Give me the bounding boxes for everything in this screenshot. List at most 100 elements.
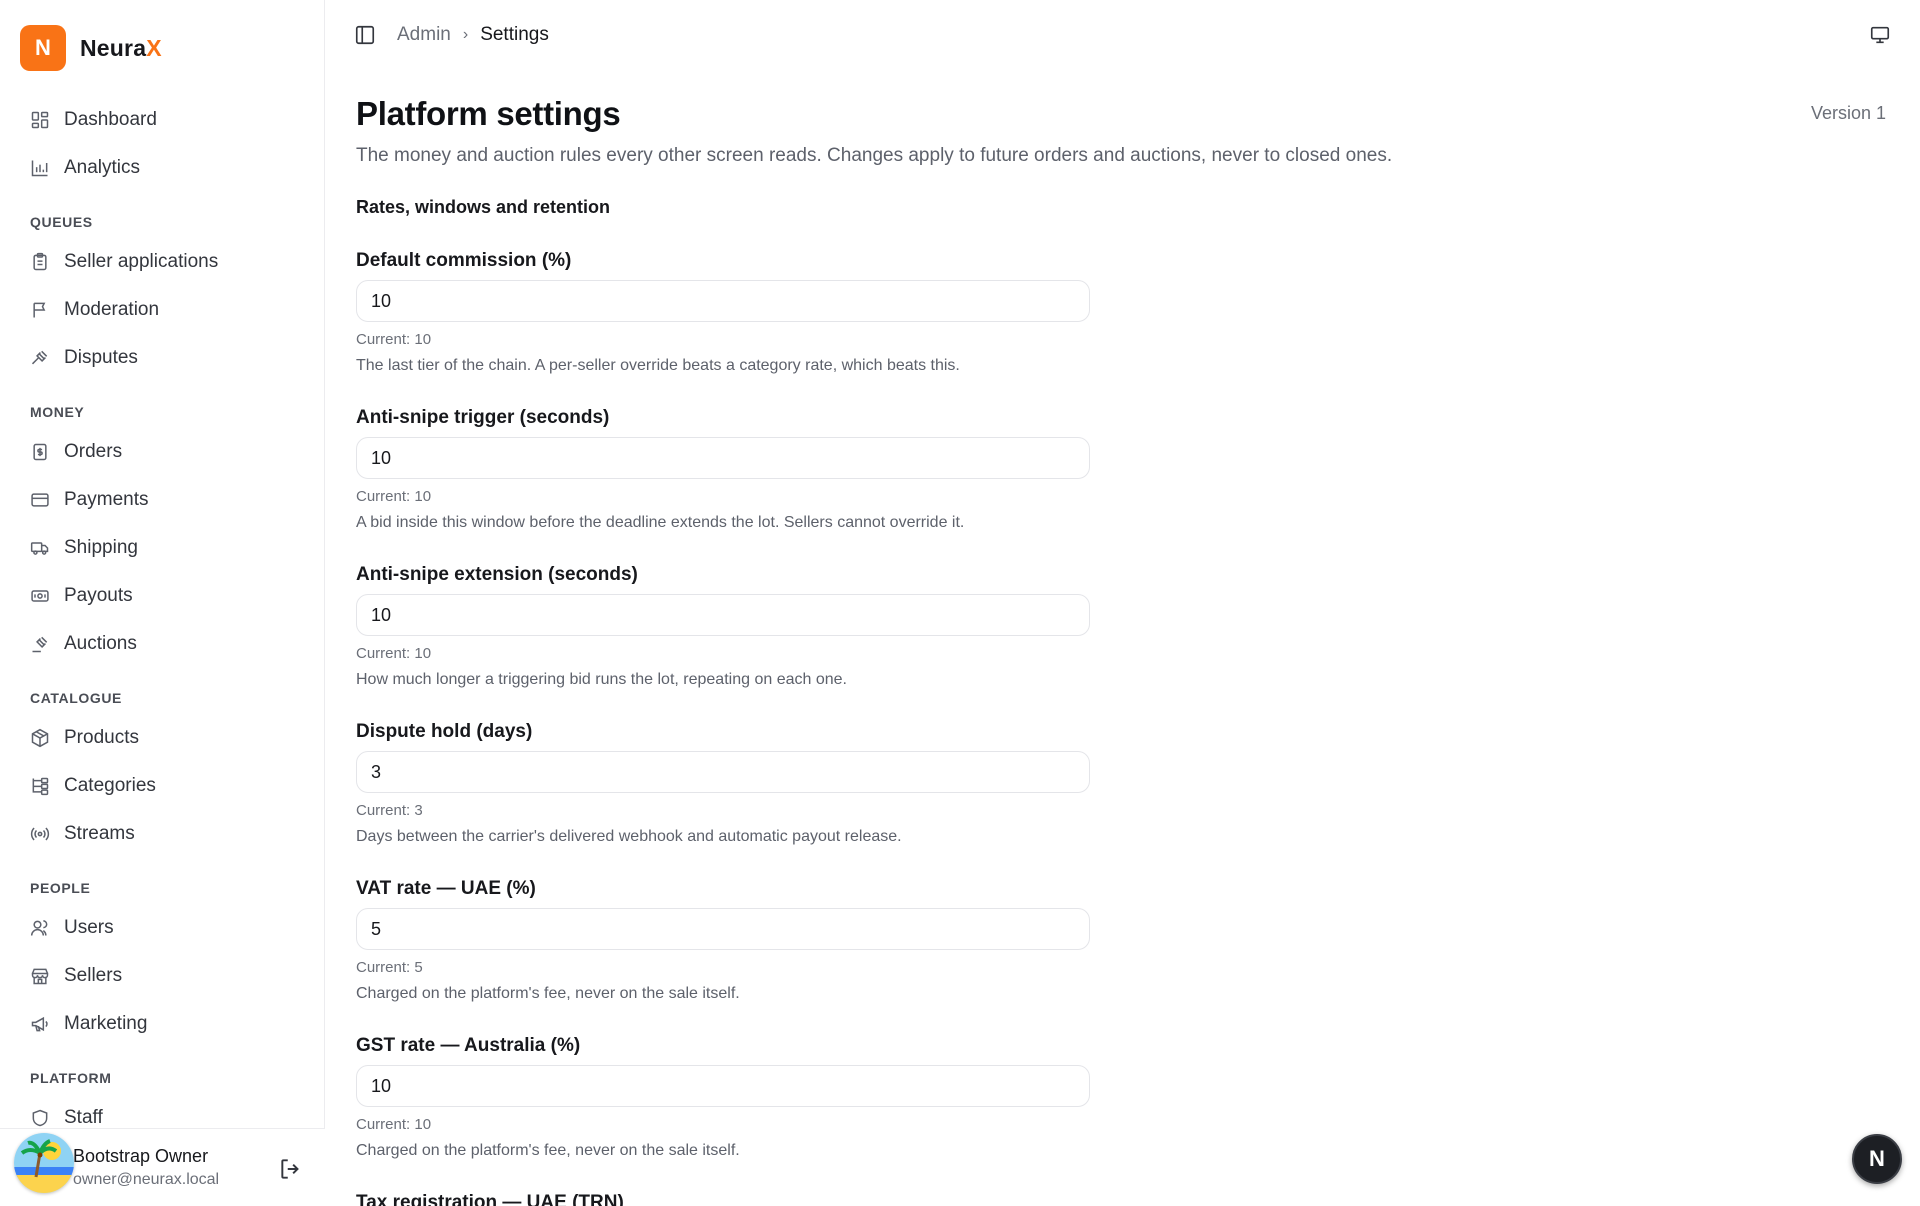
bar-chart-icon <box>30 158 50 178</box>
field-help: Charged on the platform's fee, never on … <box>356 1142 740 1159</box>
user-profile[interactable]: Bootstrap Owner owner@neurax.local <box>0 1128 325 1206</box>
brand-logo: N <box>20 25 66 71</box>
sidebar-item-label: Disputes <box>64 347 138 368</box>
sidebar-item-label: Auctions <box>64 633 137 654</box>
sidebar-item-payments[interactable]: Payments <box>20 476 310 524</box>
nav-section-catalogue: CATALOGUE <box>30 690 122 706</box>
gavel-icon <box>30 348 50 368</box>
store-icon <box>30 966 50 986</box>
sidebar-item-payouts[interactable]: Payouts <box>20 572 310 620</box>
sidebar-item-orders[interactable]: Orders <box>20 428 310 476</box>
sidebar-item-moderation[interactable]: Moderation <box>20 286 310 334</box>
dashboard-icon <box>30 110 50 130</box>
field-vat-rate-uae: VAT rate — UAE (%) Current: 5 Charged on… <box>356 878 1090 1003</box>
field-help: The last tier of the chain. A per-seller… <box>356 357 960 374</box>
vat-rate-uae-input[interactable] <box>356 908 1090 950</box>
sidebar-item-label: Products <box>64 727 139 748</box>
receipt-icon <box>30 442 50 462</box>
anti-snipe-extension-input[interactable] <box>356 594 1090 636</box>
topbar: Admin › Settings <box>325 0 1920 70</box>
field-gst-rate-australia: GST rate — Australia (%) Current: 10 Cha… <box>356 1035 1090 1160</box>
sidebar-item-label: Users <box>64 917 114 938</box>
page-subtitle: The money and auction rules every other … <box>356 145 1393 166</box>
sidebar-item-products[interactable]: Products <box>20 714 310 762</box>
field-label: Dispute hold (days) <box>356 721 533 742</box>
monitor-icon <box>1870 26 1890 44</box>
sidebar-item-label: Orders <box>64 441 123 462</box>
breadcrumb-admin[interactable]: Admin <box>397 24 451 46</box>
brand-name: NeuraX <box>80 34 162 61</box>
sidebar-item-label: Sellers <box>64 965 123 986</box>
field-label: Anti-snipe trigger (seconds) <box>356 407 610 428</box>
sidebar-nav: Dashboard Analytics QUEUES Seller applic… <box>20 96 310 1142</box>
sidebar-item-label: Moderation <box>64 299 160 320</box>
sidebar-item-sellers[interactable]: Sellers <box>20 952 310 1000</box>
sidebar-item-auctions[interactable]: Auctions <box>20 620 310 668</box>
field-default-commission: Default commission (%) Current: 10 The l… <box>356 250 1090 375</box>
default-commission-input[interactable] <box>356 280 1090 322</box>
field-current: Current: 10 <box>356 331 432 348</box>
sidebar: N NeuraX Dashboard Analytics QUEUES Sell… <box>0 0 325 1206</box>
panel-left-icon <box>355 25 375 45</box>
sidebar-item-label: Streams <box>64 823 135 844</box>
field-current: Current: 5 <box>356 959 423 976</box>
dispute-hold-input[interactable] <box>356 751 1090 793</box>
field-label: Tax registration — UAE (TRN) <box>356 1192 624 1206</box>
chevron-right-icon: › <box>462 26 469 43</box>
field-anti-snipe-trigger: Anti-snipe trigger (seconds) Current: 10… <box>356 407 1090 532</box>
assistant-button[interactable]: N <box>1852 1134 1902 1184</box>
flag-icon <box>30 300 50 320</box>
sidebar-item-label: Dashboard <box>64 109 157 130</box>
sidebar-item-analytics[interactable]: Analytics <box>20 144 310 192</box>
avatar <box>14 1133 74 1193</box>
sidebar-item-label: Staff <box>64 1107 103 1128</box>
nav-section-people: PEOPLE <box>30 880 91 896</box>
logout-icon <box>281 1159 299 1179</box>
banknote-icon <box>30 586 50 606</box>
page-title: Platform settings <box>356 95 621 132</box>
field-current: Current: 3 <box>356 802 423 819</box>
field-anti-snipe-extension: Anti-snipe extension (seconds) Current: … <box>356 564 1090 689</box>
gavel-icon <box>30 634 50 654</box>
user-name: Bootstrap Owner <box>73 1146 209 1166</box>
sidebar-item-label: Payouts <box>64 585 133 606</box>
display-mode-button[interactable] <box>1868 24 1892 46</box>
field-dispute-hold: Dispute hold (days) Current: 3 Days betw… <box>356 721 1090 846</box>
tree-icon <box>30 776 50 796</box>
sidebar-item-label: Shipping <box>64 537 138 558</box>
credit-card-icon <box>30 490 50 510</box>
sidebar-item-streams[interactable]: Streams <box>20 810 310 858</box>
field-label: GST rate — Australia (%) <box>356 1035 581 1056</box>
field-help: A bid inside this window before the dead… <box>356 514 965 531</box>
breadcrumb: Admin › Settings <box>397 24 549 46</box>
sidebar-item-categories[interactable]: Categories <box>20 762 310 810</box>
sidebar-item-marketing[interactable]: Marketing <box>20 1000 310 1048</box>
breadcrumb-settings: Settings <box>480 24 549 45</box>
nav-section-queues: QUEUES <box>30 214 93 230</box>
sidebar-item-label: Categories <box>64 775 156 796</box>
sidebar-item-label: Payments <box>64 489 149 510</box>
section-title: Rates, windows and retention <box>356 197 611 217</box>
shield-icon <box>30 1108 50 1128</box>
package-icon <box>30 728 50 748</box>
logout-button[interactable] <box>278 1156 304 1182</box>
sidebar-item-seller-applications[interactable]: Seller applications <box>20 238 310 286</box>
field-label: Anti-snipe extension (seconds) <box>356 564 638 585</box>
version-label: Version 1 <box>1810 103 1886 123</box>
field-current: Current: 10 <box>356 488 432 505</box>
clipboard-icon <box>30 252 50 272</box>
broadcast-icon <box>30 824 50 844</box>
nav-section-platform: PLATFORM <box>30 1070 112 1086</box>
gst-rate-australia-input[interactable] <box>356 1065 1090 1107</box>
sidebar-item-dashboard[interactable]: Dashboard <box>20 96 310 144</box>
sidebar-item-users[interactable]: Users <box>20 904 310 952</box>
field-current: Current: 10 <box>356 645 432 662</box>
sidebar-item-disputes[interactable]: Disputes <box>20 334 310 382</box>
brand[interactable]: N NeuraX <box>20 25 162 71</box>
sidebar-item-label: Analytics <box>64 157 141 178</box>
field-help: Days between the carrier's delivered web… <box>356 828 902 845</box>
sidebar-toggle-button[interactable] <box>354 24 376 46</box>
megaphone-icon <box>30 1014 50 1034</box>
sidebar-item-shipping[interactable]: Shipping <box>20 524 310 572</box>
anti-snipe-trigger-input[interactable] <box>356 437 1090 479</box>
